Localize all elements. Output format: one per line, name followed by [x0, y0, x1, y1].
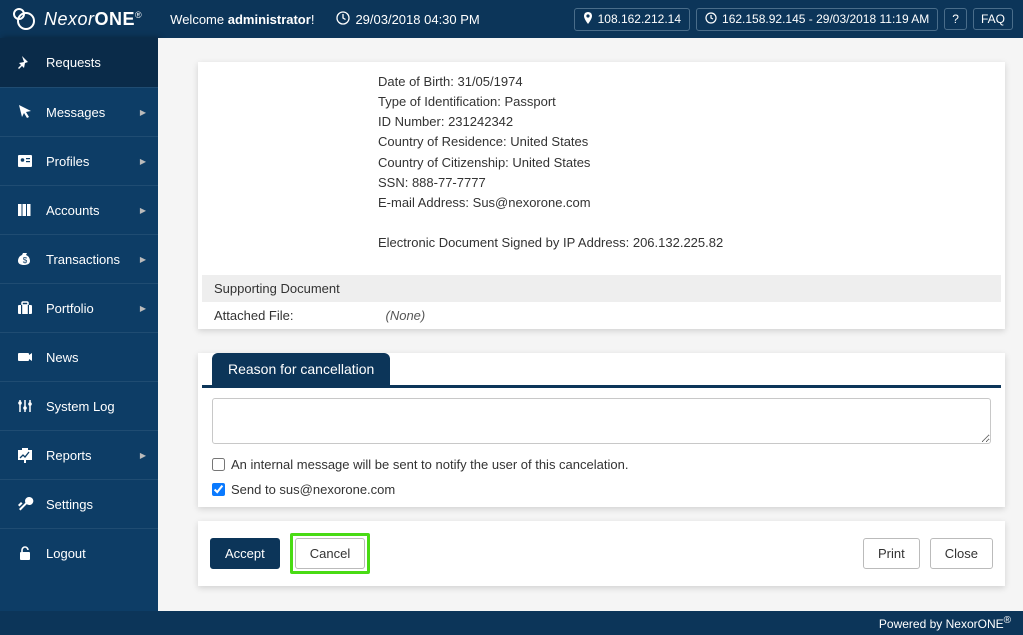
sidebar-item-system-log[interactable]: System Log — [0, 381, 158, 430]
welcome-suffix: ! — [311, 12, 315, 27]
sidebar-item-label: Portfolio — [46, 301, 94, 316]
sidebar-item-settings[interactable]: Settings — [0, 479, 158, 528]
suitcase-icon — [14, 299, 36, 317]
cancellation-panel: Reason for cancellation An internal mess… — [198, 353, 1005, 507]
detail-email: E-mail Address: Sus@nexorone.com — [378, 193, 987, 213]
sidebar-item-label: Accounts — [46, 203, 99, 218]
camera-icon — [14, 348, 36, 366]
sidebar-item-label: Profiles — [46, 154, 89, 169]
detail-id-number: ID Number: 231242342 — [378, 112, 987, 132]
help-button[interactable]: ? — [944, 8, 967, 30]
sidebar-item-reports[interactable]: Reports ▶ — [0, 430, 158, 479]
print-button[interactable]: Print — [863, 538, 920, 569]
chevron-right-icon: ▶ — [140, 157, 146, 166]
unlock-icon — [14, 544, 36, 562]
detail-signed-ip: Electronic Document Signed by IP Address… — [378, 233, 987, 253]
sidebar-item-label: News — [46, 350, 79, 365]
sidebar-item-label: System Log — [46, 399, 115, 414]
sliders-icon — [14, 397, 36, 415]
header-datetime-text: 29/03/2018 04:30 PM — [355, 12, 479, 27]
faq-button[interactable]: FAQ — [973, 8, 1013, 30]
chevron-right-icon: ▶ — [140, 304, 146, 313]
sidebar-nav: Requests Messages ▶ Profiles ▶ Accounts ▶ $ Tran… — [0, 38, 158, 611]
last-login-box[interactable]: 162.158.92.145 - 29/03/2018 11:19 AM — [696, 8, 938, 31]
sidebar-item-requests[interactable]: Requests — [0, 38, 158, 87]
header-datetime: 29/03/2018 04:30 PM — [336, 11, 479, 28]
brand-swirl-icon — [10, 5, 38, 33]
chevron-right-icon: ▶ — [140, 451, 146, 460]
sidebar-item-profiles[interactable]: Profiles ▶ — [0, 136, 158, 185]
sidebar-item-transactions[interactable]: $ Transactions ▶ — [0, 234, 158, 283]
main-area: Date of Birth: 31/05/1974 Type of Identi… — [158, 38, 1023, 611]
books-icon — [14, 201, 36, 219]
footer-text: Powered by NexorONE® — [879, 615, 1011, 631]
details-panel: Date of Birth: 31/05/1974 Type of Identi… — [198, 62, 1005, 329]
brand-reg: ® — [135, 10, 142, 20]
sidebar-item-logout[interactable]: Logout — [0, 528, 158, 577]
welcome-user: administrator — [228, 12, 311, 27]
details-info: Date of Birth: 31/05/1974 Type of Identi… — [198, 62, 1005, 271]
current-ip-text: 108.162.212.14 — [598, 12, 681, 26]
detail-ssn: SSN: 888-77-7777 — [378, 173, 987, 193]
sidebar-item-messages[interactable]: Messages ▶ — [0, 87, 158, 136]
chevron-right-icon: ▶ — [140, 206, 146, 215]
brand-name-b: ONE — [95, 9, 136, 29]
tab-reason[interactable]: Reason for cancellation — [212, 353, 390, 385]
internal-message-checkbox[interactable] — [212, 458, 225, 471]
actions-bar: Accept Cancel Print Close — [198, 521, 1005, 586]
internal-message-label[interactable]: An internal message will be sent to noti… — [231, 457, 628, 472]
location-pin-icon — [583, 12, 593, 27]
current-ip-box[interactable]: 108.162.212.14 — [574, 8, 690, 31]
detail-dob: Date of Birth: 31/05/1974 — [378, 72, 987, 92]
brand-name-a: Nexor — [44, 9, 95, 29]
detail-id-type: Type of Identification: Passport — [378, 92, 987, 112]
wrench-icon — [14, 495, 36, 513]
accept-button[interactable]: Accept — [210, 538, 280, 569]
footer-prefix: Powered by — [879, 617, 946, 631]
sidebar-item-label: Reports — [46, 448, 92, 463]
cancel-button[interactable]: Cancel — [295, 538, 365, 569]
welcome-text: Welcome administrator! — [170, 12, 314, 27]
cancellation-tabs: Reason for cancellation — [202, 353, 1001, 388]
chevron-right-icon: ▶ — [140, 108, 146, 117]
footer-bar: Powered by NexorONE® — [0, 611, 1023, 635]
chevron-right-icon: ▶ — [140, 255, 146, 264]
footer-reg: ® — [1004, 615, 1011, 626]
sidebar-item-accounts[interactable]: Accounts ▶ — [0, 185, 158, 234]
top-header: NexorONE® Welcome administrator! 29/03/2… — [0, 0, 1023, 38]
chart-icon — [14, 446, 36, 464]
cursor-icon — [14, 103, 36, 121]
sidebar-item-news[interactable]: News — [0, 332, 158, 381]
svg-text:$: $ — [23, 256, 28, 265]
sendto-checkbox[interactable] — [212, 483, 225, 496]
cancellation-reason-textarea[interactable] — [212, 398, 991, 444]
supporting-doc-row: Attached File: (None) — [202, 302, 1001, 329]
detail-citizen: Country of Citizenship: United States — [378, 153, 987, 173]
detail-residence: Country of Residence: United States — [378, 132, 987, 152]
sidebar-item-label: Settings — [46, 497, 93, 512]
clock-small-icon — [705, 12, 717, 27]
user-card-icon — [14, 152, 36, 170]
internal-message-row: An internal message will be sent to noti… — [212, 457, 991, 472]
attached-file-value: (None) — [386, 308, 426, 323]
sendto-label[interactable]: Send to sus@nexorone.com — [231, 482, 395, 497]
attached-file-label: Attached File: — [214, 308, 294, 323]
sidebar-item-portfolio[interactable]: Portfolio ▶ — [0, 283, 158, 332]
sidebar-item-label: Requests — [46, 55, 101, 70]
cancel-highlight: Cancel — [290, 533, 370, 574]
money-bag-icon: $ — [14, 250, 36, 268]
supporting-doc-header: Supporting Document — [202, 275, 1001, 302]
brand-logo: NexorONE® — [10, 5, 142, 33]
welcome-prefix: Welcome — [170, 12, 228, 27]
clock-icon — [336, 11, 350, 28]
footer-brand: NexorONE — [946, 617, 1004, 631]
brand-name: NexorONE® — [44, 9, 142, 30]
last-login-text: 162.158.92.145 - 29/03/2018 11:19 AM — [722, 12, 929, 26]
close-button[interactable]: Close — [930, 538, 993, 569]
sidebar-item-label: Logout — [46, 546, 86, 561]
sendto-row: Send to sus@nexorone.com — [212, 482, 991, 497]
sidebar-item-label: Messages — [46, 105, 105, 120]
thumbtack-icon — [14, 54, 36, 72]
sidebar-item-label: Transactions — [46, 252, 120, 267]
